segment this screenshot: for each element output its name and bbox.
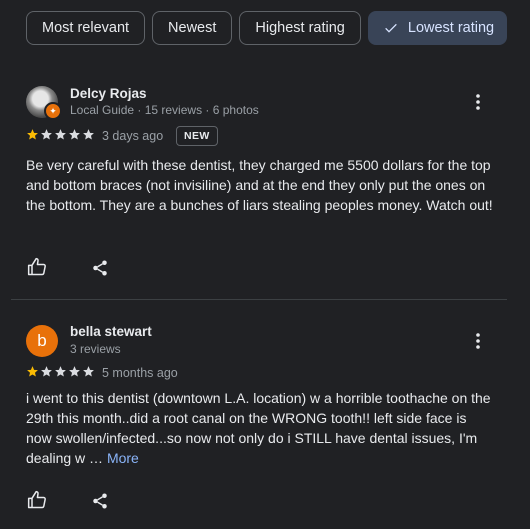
star-empty-icon (55, 129, 66, 140)
star-filled-icon (27, 366, 38, 377)
review-date: 5 months ago (102, 366, 178, 380)
thumbs-up-icon (27, 257, 46, 276)
review-date: 3 days ago (102, 129, 164, 143)
star-empty-icon (41, 366, 52, 377)
reviewer-name[interactable]: Delcy Rojas (70, 86, 147, 101)
star-empty-icon (41, 129, 52, 140)
new-badge: NEW (176, 126, 218, 146)
share-icon (93, 493, 107, 509)
more-link[interactable]: More (107, 450, 139, 466)
avatar[interactable]: b (26, 325, 58, 357)
share-button[interactable] (89, 257, 111, 279)
star-empty-icon (83, 366, 94, 377)
star-rating (26, 365, 95, 378)
more-options-icon[interactable] (470, 92, 486, 112)
share-icon (93, 260, 107, 276)
reviewer-meta: 3 reviews (70, 342, 121, 356)
more-options-icon[interactable] (470, 331, 486, 351)
checkmark-icon (383, 20, 399, 36)
sort-filter-bar: Most relevant Newest Highest rating Lowe… (26, 11, 508, 45)
reviewer-name[interactable]: bella stewart (70, 324, 152, 339)
filter-lowest-rating[interactable]: Lowest rating (367, 11, 508, 45)
review-text: Be very careful with these dentist, they… (26, 157, 493, 213)
review-text: i went to this dentist (downtown L.A. lo… (26, 390, 491, 466)
star-empty-icon (69, 129, 80, 140)
star-empty-icon (69, 366, 80, 377)
local-guide-badge-icon: ✦ (44, 102, 62, 120)
filter-newest[interactable]: Newest (152, 11, 233, 45)
filter-highest-rating[interactable]: Highest rating (239, 11, 361, 45)
star-rating (26, 128, 95, 141)
star-filled-icon (27, 129, 38, 140)
reviewer-meta: Local Guide · 15 reviews · 6 photos (70, 103, 259, 117)
share-button[interactable] (89, 490, 111, 512)
review-divider (11, 299, 507, 300)
thumbs-up-icon (27, 490, 46, 509)
filter-most-relevant[interactable]: Most relevant (26, 11, 146, 45)
star-empty-icon (55, 366, 66, 377)
like-button[interactable] (26, 256, 48, 278)
star-empty-icon (83, 129, 94, 140)
like-button[interactable] (26, 489, 48, 511)
